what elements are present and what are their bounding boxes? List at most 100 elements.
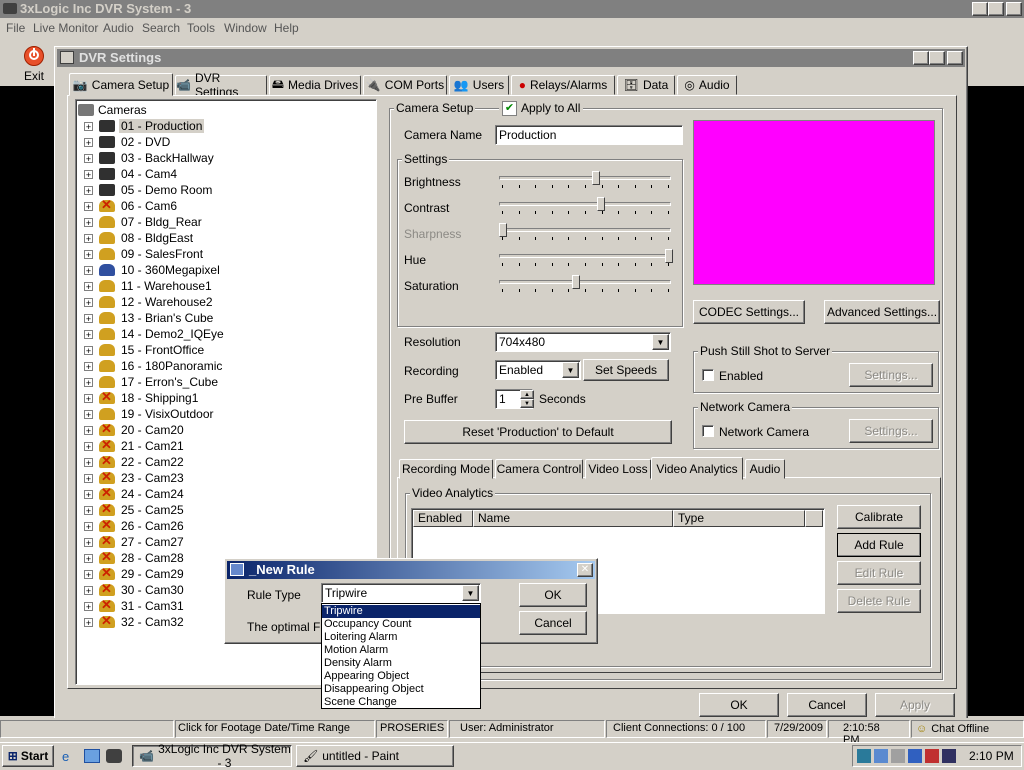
camera-quicklaunch-icon[interactable] xyxy=(106,749,122,763)
column-type[interactable]: Type xyxy=(673,510,805,527)
exit-button[interactable]: Exit xyxy=(12,44,56,84)
subtab-video-loss[interactable]: Video Loss xyxy=(585,459,651,479)
spin-up-button[interactable]: ▲ xyxy=(520,390,534,399)
status-hint[interactable]: Click for Footage Date/Time Range xyxy=(175,720,375,738)
camera-tree-item[interactable]: +01 - Production xyxy=(84,118,205,134)
edit-rule-button[interactable]: Edit Rule xyxy=(837,561,921,585)
delete-rule-button[interactable]: Delete Rule xyxy=(837,589,921,613)
expand-icon[interactable]: + xyxy=(84,265,93,275)
slider-track[interactable] xyxy=(499,254,671,258)
apply-button[interactable]: Apply xyxy=(875,693,955,717)
expand-icon[interactable]: + xyxy=(84,345,93,355)
task-dvr-system[interactable]: 📹 3xLogic Inc DVR System - 3 xyxy=(132,742,292,770)
push-settings-button[interactable]: Settings... xyxy=(849,363,933,387)
expand-icon[interactable]: + xyxy=(84,233,93,243)
subtab-audio[interactable]: Audio xyxy=(745,459,785,479)
expand-icon[interactable]: + xyxy=(84,537,93,547)
camera-tree-item[interactable]: + ✕ 29 - Cam29 xyxy=(84,566,186,582)
device-tray-icon[interactable] xyxy=(891,749,905,763)
expand-icon[interactable]: + xyxy=(84,185,93,195)
menu-help[interactable]: Help xyxy=(274,21,299,35)
menu-tools[interactable]: Tools xyxy=(187,21,215,35)
camera-tree-item[interactable]: +07 - Bldg_Rear xyxy=(84,214,204,230)
subtab-video-analytics[interactable]: Video Analytics xyxy=(651,457,743,480)
tab-relays-alarms[interactable]: ● Relays/Alarms xyxy=(511,75,615,95)
new-rule-ok-button[interactable]: OK xyxy=(519,583,587,607)
add-rule-button[interactable]: Add Rule xyxy=(837,533,921,557)
ok-button[interactable]: OK xyxy=(699,693,779,717)
menu-file[interactable]: File xyxy=(6,21,25,35)
expand-icon[interactable]: + xyxy=(84,153,93,163)
menu-live-monitor[interactable]: Live Monitor xyxy=(33,21,98,35)
minimize-button[interactable]: _ xyxy=(972,2,988,16)
task-paint[interactable]: 🖌 untitled - Paint xyxy=(296,745,454,767)
expand-icon[interactable]: + xyxy=(84,297,93,307)
ie-icon[interactable]: e xyxy=(62,749,78,764)
slider-track[interactable] xyxy=(499,228,671,232)
camera-tree-item[interactable]: +19 - VisixOutdoor xyxy=(84,406,216,422)
expand-icon[interactable]: + xyxy=(84,601,93,611)
tab-com-ports[interactable]: 🔌 COM Ports xyxy=(363,75,447,95)
slider-thumb[interactable] xyxy=(591,171,600,185)
camera-tree-item[interactable]: + ✕ 06 - Cam6 xyxy=(84,198,179,214)
expand-icon[interactable]: + xyxy=(84,249,93,259)
close-button[interactable]: ✕ xyxy=(1006,2,1022,16)
expand-icon[interactable]: + xyxy=(84,409,93,419)
slider-track[interactable] xyxy=(499,202,671,206)
rule-type-option[interactable]: Occupancy Count xyxy=(322,618,480,631)
tab-users[interactable]: 👥 Users xyxy=(449,75,509,95)
dialog-close-button[interactable]: ✕ xyxy=(947,51,963,65)
rule-type-option[interactable]: Disappearing Object xyxy=(322,683,480,696)
start-button[interactable]: ⊞ Start xyxy=(2,745,54,767)
slider-thumb[interactable] xyxy=(596,197,605,211)
subtab-camera-control[interactable]: Camera Control xyxy=(495,459,583,479)
new-rule-close-button[interactable]: ✕ xyxy=(577,563,593,577)
expand-icon[interactable]: + xyxy=(84,521,93,531)
spin-down-button[interactable]: ▼ xyxy=(520,399,534,408)
dialog-minimize-button[interactable]: _ xyxy=(913,51,929,65)
expand-icon[interactable]: + xyxy=(84,217,93,227)
apply-to-all-button[interactable]: ✔ Apply to All xyxy=(499,100,584,116)
slider-track[interactable] xyxy=(499,176,671,180)
expand-icon[interactable]: + xyxy=(84,201,93,211)
expand-icon[interactable]: + xyxy=(84,329,93,339)
calibrate-button[interactable]: Calibrate xyxy=(837,505,921,529)
network-tray-icon[interactable] xyxy=(857,749,871,763)
advanced-settings-button[interactable]: Advanced Settings... xyxy=(824,300,940,324)
network-camera-checkbox[interactable] xyxy=(702,425,714,437)
column-name[interactable]: Name xyxy=(473,510,673,527)
expand-icon[interactable]: + xyxy=(84,281,93,291)
tree-root[interactable]: Cameras xyxy=(78,102,147,118)
clock[interactable]: 2:10 PM xyxy=(969,749,1014,763)
camera-tree-item[interactable]: + ✕ 27 - Cam27 xyxy=(84,534,186,550)
rule-type-select[interactable]: Tripwire ▼ xyxy=(321,583,481,603)
slider-thumb[interactable] xyxy=(499,223,507,237)
expand-icon[interactable]: + xyxy=(84,393,93,403)
expand-icon[interactable]: + xyxy=(84,617,93,627)
expand-icon[interactable]: + xyxy=(84,457,93,467)
expand-icon[interactable]: + xyxy=(84,137,93,147)
camera-tree-item[interactable]: +09 - SalesFront xyxy=(84,246,205,262)
expand-icon[interactable]: + xyxy=(84,169,93,179)
camera-name-input[interactable]: Production xyxy=(495,125,683,145)
camera-tree-item[interactable]: + ✕ 31 - Cam31 xyxy=(84,598,186,614)
expand-icon[interactable]: + xyxy=(84,361,93,371)
camera-tree-item[interactable]: +14 - Demo2_IQEye xyxy=(84,326,226,342)
codec-settings-button[interactable]: CODEC Settings... xyxy=(693,300,805,324)
chevron-down-icon[interactable]: ▼ xyxy=(562,362,579,378)
push-enabled-checkbox[interactable] xyxy=(702,369,714,381)
camera-tree-item[interactable]: + ✕ 28 - Cam28 xyxy=(84,550,186,566)
expand-icon[interactable]: + xyxy=(84,121,93,131)
camera-tree-item[interactable]: +02 - DVD xyxy=(84,134,172,150)
expand-icon[interactable]: + xyxy=(84,425,93,435)
tab-audio[interactable]: ◎ Audio xyxy=(677,75,737,95)
slider-thumb[interactable] xyxy=(665,249,673,263)
camera-tree-item[interactable]: +05 - Demo Room xyxy=(84,182,214,198)
camera-tree-item[interactable]: + ✕ 32 - Cam32 xyxy=(84,614,186,630)
expand-icon[interactable]: + xyxy=(84,585,93,595)
tab-camera-setup[interactable]: 📷 Camera Setup xyxy=(69,73,173,96)
status-chat[interactable]: ☺ Chat Offline xyxy=(911,720,1024,738)
monitor-tray-icon[interactable] xyxy=(908,749,922,763)
rule-type-option[interactable]: Density Alarm xyxy=(322,657,480,670)
expand-icon[interactable]: + xyxy=(84,441,93,451)
